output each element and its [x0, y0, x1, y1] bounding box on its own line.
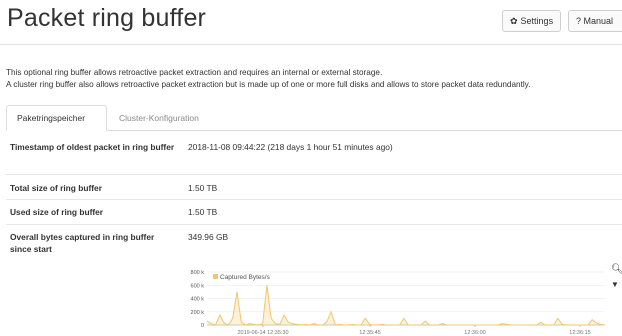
row-label: Overall bytes captured in ring buffer si… — [10, 232, 155, 254]
row-value: 1.50 TB — [188, 183, 218, 193]
legend-swatch — [213, 274, 218, 279]
x-tick-label: 12:36:00 — [464, 330, 485, 336]
legend-label: Captured Bytes/s — [220, 274, 271, 281]
magnifier-icon[interactable]: 🔍︎ — [611, 264, 622, 275]
tab-cluster-configuration[interactable]: Cluster-Konfiguration — [109, 105, 209, 131]
y-tick-label: 800 k — [191, 270, 205, 276]
manual-button-label: ? Manual — [576, 16, 614, 26]
row-value: 349.96 GB — [188, 232, 229, 242]
x-tick-label: 2019-06-14 12:35:30 — [237, 330, 288, 336]
settings-button-label: Settings — [520, 16, 554, 26]
settings-button[interactable]: ✿ Settings — [502, 10, 562, 32]
info-row-oldest-timestamp: Timestamp of oldest packet in ring buffe… — [6, 132, 622, 175]
row-value: 2018-11-08 09:44:22 (218 days 1 hour 51 … — [188, 142, 393, 152]
row-label: Timestamp of oldest packet in ring buffe… — [10, 142, 175, 152]
info-row-total-size: Total size of ring buffer 1.50 TB — [6, 175, 622, 200]
description-line-1: This optional ring buffer allows retroac… — [6, 68, 383, 77]
info-row-used-size: Used size of ring buffer 1.50 TB — [6, 200, 622, 225]
description-line-2: A cluster ring buffer also allows retroa… — [6, 80, 531, 89]
row-value: 1.50 TB — [188, 207, 218, 217]
chart-canvas: 800 k 600 k 400 k 200 k 0 2019-06-14 12:35:30… — [191, 270, 606, 336]
captured-bytes-chart[interactable]: 800 k 600 k 400 k 200 k 0 2019-06-14 12:35:30… — [185, 265, 607, 336]
manual-button[interactable]: ? Manual — [568, 10, 622, 32]
y-tick-label: 600 k — [191, 283, 205, 289]
y-tick-label: 200 k — [191, 310, 205, 316]
row-label: Used size of ring buffer — [10, 207, 104, 217]
page-title: Packet ring buffer — [7, 4, 207, 32]
caret-down-icon[interactable]: ▼ — [611, 280, 619, 289]
y-tick-label: 400 k — [191, 297, 205, 303]
tab-bar: Paketringspeicher Cluster-Konfiguration — [6, 105, 622, 131]
row-label: Total size of ring buffer — [10, 183, 102, 193]
x-tick-label: 12:35:45 — [359, 330, 380, 336]
gear-icon: ✿ — [510, 15, 518, 26]
x-tick-label: 12:36:15 — [569, 330, 590, 336]
title-divider — [0, 44, 622, 45]
info-row-overall-captured: Overall bytes captured in ring buffer si… — [6, 225, 622, 265]
y-tick-label: 0 — [201, 323, 204, 329]
tab-ring-buffer[interactable]: Paketringspeicher — [6, 105, 107, 131]
